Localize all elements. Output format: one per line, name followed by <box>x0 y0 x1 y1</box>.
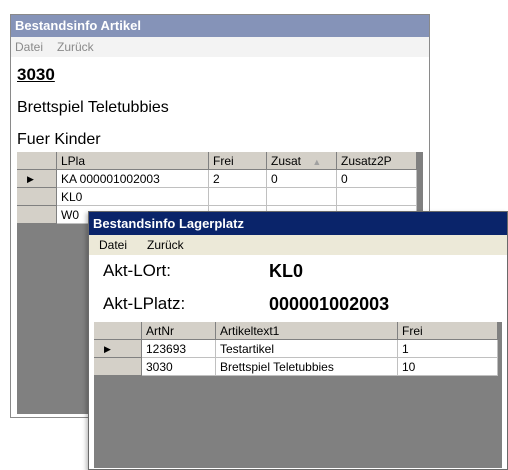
column-header-frei[interactable]: Frei <box>398 322 498 340</box>
column-header-lpla[interactable]: LPla <box>57 152 209 170</box>
article-menubar: Datei Zurück <box>11 37 429 57</box>
article-window-title: Bestandsinfo Artikel <box>15 18 141 33</box>
menu-zurueck[interactable]: Zurück <box>57 37 94 57</box>
menu-datei[interactable]: Datei <box>99 235 127 255</box>
column-header-artnr[interactable]: ArtNr <box>142 322 216 340</box>
table-cell[interactable] <box>209 188 267 206</box>
table-cell[interactable]: 123693 <box>142 340 216 358</box>
akt-lplatz-label: Akt-LPlatz: <box>103 294 186 313</box>
table-cell[interactable]: 2 <box>209 170 267 188</box>
lagerplatz-article-grid: ArtNr Artikeltext1 Frei ▶ 123693 Testart… <box>94 322 502 468</box>
article-note: Fuer Kinder <box>17 131 101 148</box>
table-cell[interactable]: Brettspiel Teletubbies <box>216 358 398 376</box>
table-cell[interactable]: 1 <box>398 340 498 358</box>
grid-corner <box>17 152 57 170</box>
article-name: Brettspiel Teletubbies <box>17 99 169 116</box>
row-indicator[interactable] <box>17 206 57 224</box>
akt-lort-label: Akt-LOrt: <box>103 261 172 280</box>
article-window-titlebar[interactable]: Bestandsinfo Artikel <box>11 15 429 37</box>
current-row-arrow-icon: ▶ <box>104 344 111 354</box>
table-cell[interactable]: 3030 <box>142 358 216 376</box>
column-header-zusat[interactable]: Zusat ▲ <box>267 152 337 170</box>
lagerplatz-window-titlebar[interactable]: Bestandsinfo Lagerplatz <box>89 212 507 235</box>
sort-ascending-icon: ▲ <box>312 157 322 167</box>
table-cell[interactable]: 10 <box>398 358 498 376</box>
article-number: 3030 <box>17 65 55 84</box>
row-indicator[interactable]: ▶ <box>17 170 57 188</box>
menu-zurueck[interactable]: Zurück <box>147 235 184 255</box>
akt-lort-value: KL0 <box>269 261 304 281</box>
table-cell[interactable]: 0 <box>337 170 417 188</box>
lagerplatz-window: Bestandsinfo Lagerplatz Datei Zurück Akt… <box>88 211 508 470</box>
current-row-arrow-icon: ▶ <box>27 174 34 184</box>
row-indicator[interactable]: ▶ <box>94 340 142 358</box>
table-cell[interactable] <box>337 188 417 206</box>
menu-datei[interactable]: Datei <box>15 37 43 57</box>
column-header-zusatz2p[interactable]: Zusatz2P <box>337 152 417 170</box>
table-cell[interactable] <box>267 188 337 206</box>
column-header-frei[interactable]: Frei <box>209 152 267 170</box>
row-indicator[interactable] <box>94 358 142 376</box>
akt-lplatz-value: 000001002003 <box>269 294 390 314</box>
lagerplatz-menubar: Datei Zurück <box>89 235 507 255</box>
lagerplatz-window-title: Bestandsinfo Lagerplatz <box>93 216 244 231</box>
row-indicator[interactable] <box>17 188 57 206</box>
column-header-artikeltext1[interactable]: Artikeltext1 <box>216 322 398 340</box>
table-cell[interactable]: KA 000001002003 <box>57 170 209 188</box>
table-cell[interactable]: 0 <box>267 170 337 188</box>
table-cell[interactable]: Testartikel <box>216 340 398 358</box>
grid-corner <box>94 322 142 340</box>
table-cell[interactable]: KL0 <box>57 188 209 206</box>
